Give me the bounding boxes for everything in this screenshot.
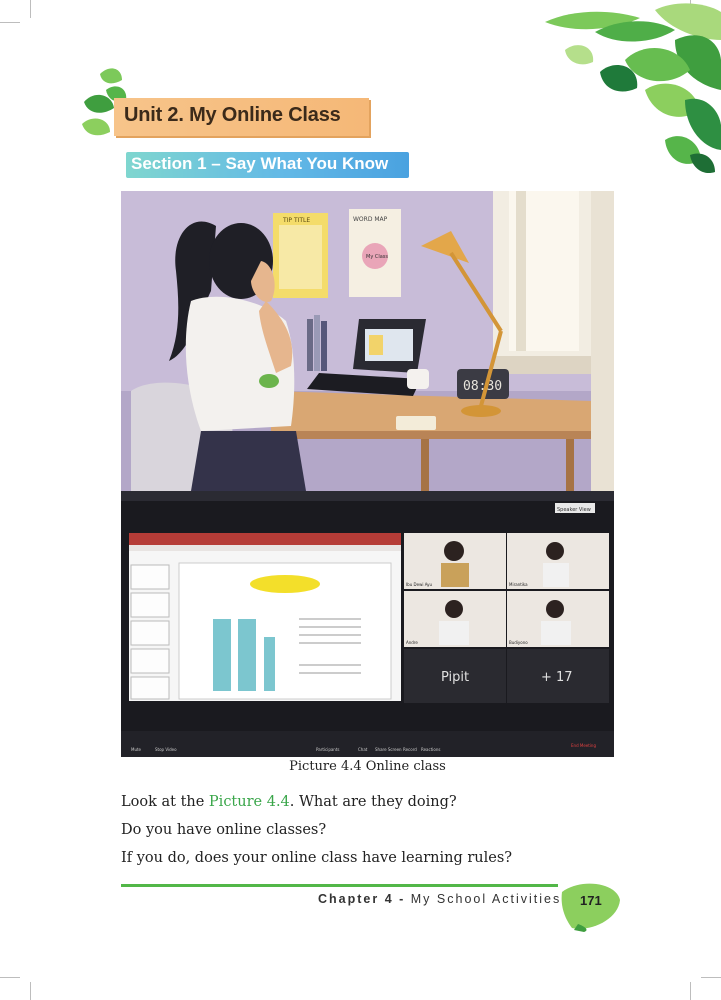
section-title: Section 1 – Say What You Know	[131, 154, 389, 173]
end-meeting-label: End Meeting	[571, 743, 596, 748]
tile-name: Andre	[406, 640, 418, 645]
leaf-decoration-top-right	[545, 3, 721, 174]
illustration-art: TIP TITLE WORD MAP My Class 08:30 Speake…	[121, 191, 614, 757]
tile-name: Budiyono	[509, 640, 528, 645]
body-line-1: Look at the Picture 4.4. What are they d…	[121, 794, 457, 810]
toolbar-item: Participants	[316, 747, 340, 752]
crop-mark	[30, 0, 31, 18]
mind-map-poster-title: WORD MAP	[353, 216, 388, 223]
classroom-poster-title: TIP TITLE	[282, 217, 310, 224]
crop-mark	[0, 22, 20, 23]
crop-mark	[0, 977, 20, 978]
body-text: . What are they doing?	[289, 794, 457, 810]
toolbar-item: Mute	[131, 747, 142, 752]
footer-rule	[121, 884, 558, 887]
page-number: 171	[580, 893, 602, 908]
body-text: Look at the	[121, 794, 209, 810]
chapter-label: Chapter 4 -	[318, 892, 411, 906]
chapter-footer: Chapter 4 - My School Activities	[318, 892, 561, 906]
unit-title-banner: Unit 2. My Online Class	[114, 98, 369, 136]
online-class-illustration: TIP TITLE WORD MAP My Class 08:30 Speake…	[121, 191, 614, 757]
figure-caption: Picture 4.4 Online class	[289, 759, 446, 774]
desk-clock-display: 08:30	[463, 379, 502, 394]
crop-mark	[30, 982, 31, 1000]
name-tile: Pipit	[441, 670, 469, 685]
section-title-banner: Section 1 – Say What You Know	[126, 152, 409, 178]
tile-name: Mirantika	[509, 582, 528, 587]
picture-reference: Picture 4.4	[208, 794, 290, 810]
unit-title: Unit 2. My Online Class	[124, 104, 341, 126]
toolbar-item: Reactions	[421, 747, 440, 752]
toolbar-item: Chat	[358, 747, 368, 752]
chapter-title: My School Activities	[410, 892, 562, 906]
toolbar-item: Share Screen	[375, 747, 402, 752]
body-line-2: Do you have online classes?	[121, 822, 327, 838]
toolbar-item: Stop Video	[155, 747, 177, 752]
crop-mark	[690, 982, 691, 1000]
mind-map-center: My Class	[366, 254, 388, 260]
toolbar-item: Record	[403, 747, 417, 752]
body-line-3: If you do, does your online class have l…	[121, 850, 513, 866]
more-participants-count: + 17	[541, 670, 573, 685]
crop-mark	[701, 977, 721, 978]
tile-name: Ibu Dewi Ayu	[406, 582, 433, 587]
speaker-view-label: Speaker View	[557, 507, 591, 513]
